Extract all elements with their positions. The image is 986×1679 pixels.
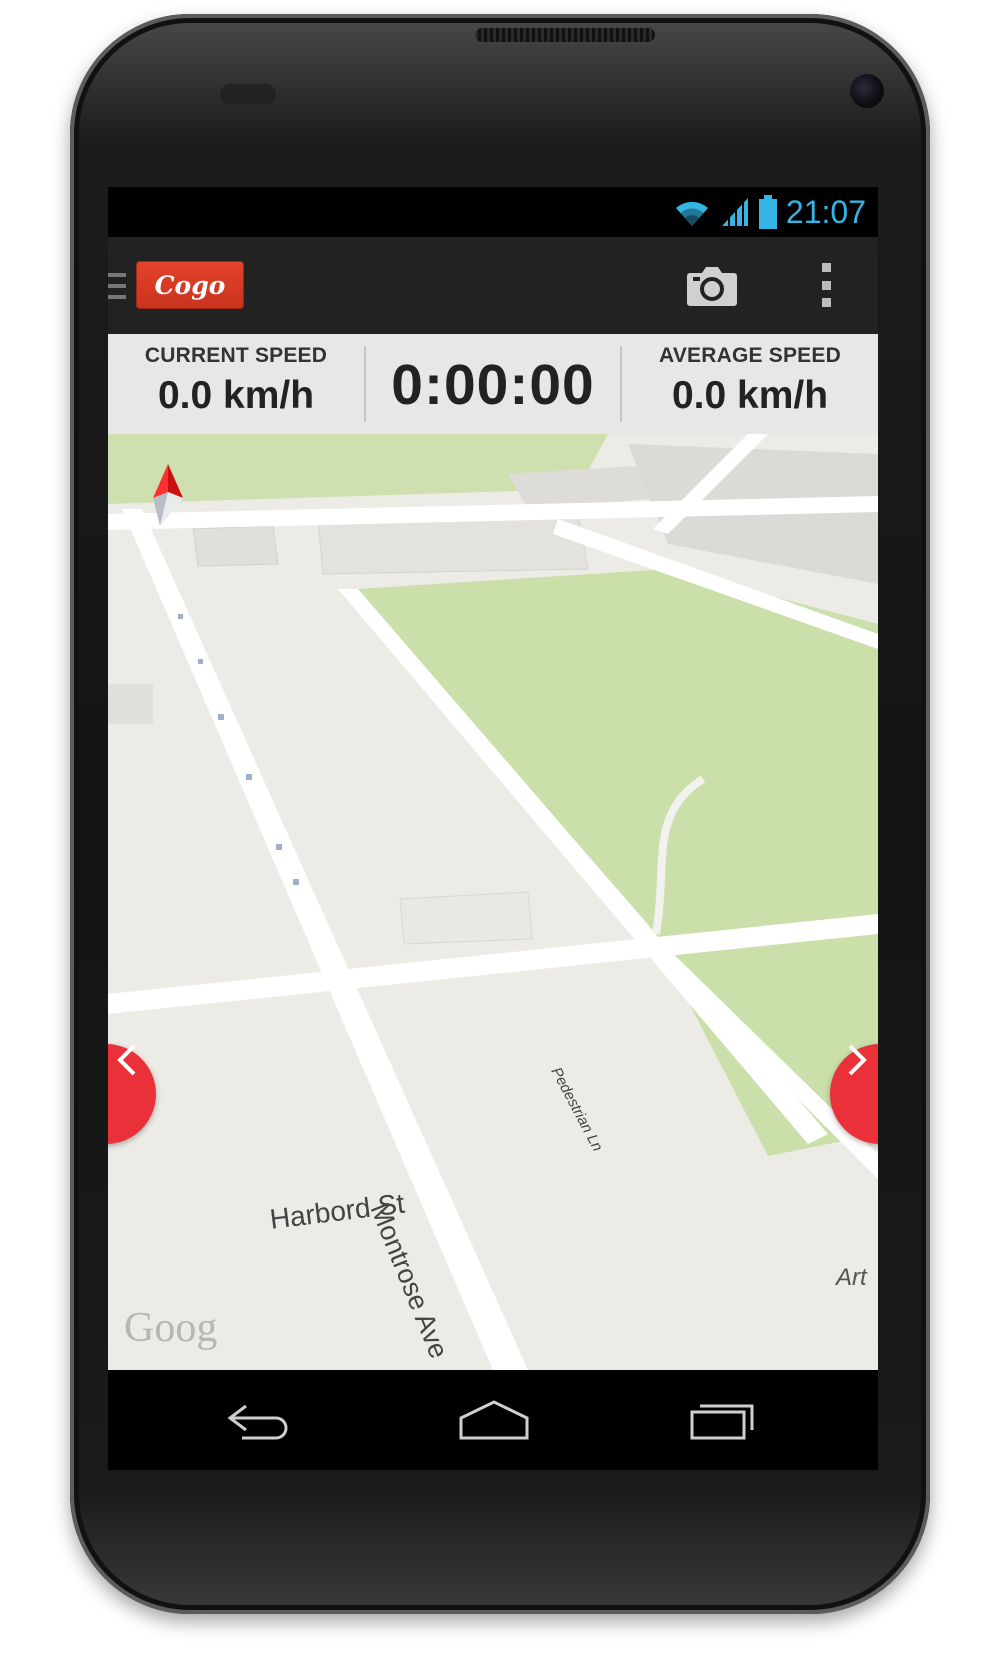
map-attribution: Goog [124, 1305, 218, 1351]
front-camera-icon [850, 74, 884, 108]
menu-drawer-icon[interactable] [108, 269, 130, 303]
place-label-art: Art [836, 1264, 867, 1291]
timer-value: 0:00:00 [391, 353, 595, 417]
overflow-menu-icon[interactable] [814, 263, 838, 307]
status-bar: 21:07 [108, 187, 878, 237]
current-speed-label: CURRENT SPEED [144, 344, 328, 367]
wifi-icon [675, 201, 708, 226]
average-speed-label: AVERAGE SPEED [659, 344, 841, 367]
status-icons: 21:07 [672, 195, 866, 229]
map-view[interactable]: Harbord St Montrose Ave Pedestrian Ln Ar… [108, 434, 878, 1370]
camera-icon[interactable] [686, 263, 738, 307]
chevron-right-icon [848, 1044, 867, 1076]
action-bar: Cogo [108, 237, 878, 334]
status-time: 21:07 [785, 194, 866, 230]
current-speed-value: 0.0 km/h [157, 374, 315, 417]
battery-icon [758, 195, 777, 229]
navigation-bar [108, 1370, 878, 1470]
recents-icon[interactable] [688, 1398, 760, 1442]
map-canvas [108, 434, 878, 1370]
app-logo[interactable]: Cogo [136, 261, 244, 309]
chevron-left-icon [117, 1044, 136, 1076]
average-speed-value: 0.0 km/h [671, 374, 829, 417]
current-speed-stat: CURRENT SPEED 0.0 km/h [108, 334, 364, 434]
average-speed-stat: AVERAGE SPEED 0.0 km/h [622, 334, 878, 434]
screen: 21:07 Cogo CURRENT SPEED 0.0 km/h 0:00:0… [108, 187, 878, 1470]
earpiece-speaker [475, 28, 655, 42]
stats-panel: CURRENT SPEED 0.0 km/h 0:00:00 AVERAGE S… [108, 334, 878, 434]
timer-stat: 0:00:00 [366, 334, 620, 434]
home-icon[interactable] [457, 1398, 531, 1442]
back-icon[interactable] [226, 1398, 298, 1442]
signal-icon [721, 198, 748, 228]
proximity-sensor [220, 84, 276, 104]
